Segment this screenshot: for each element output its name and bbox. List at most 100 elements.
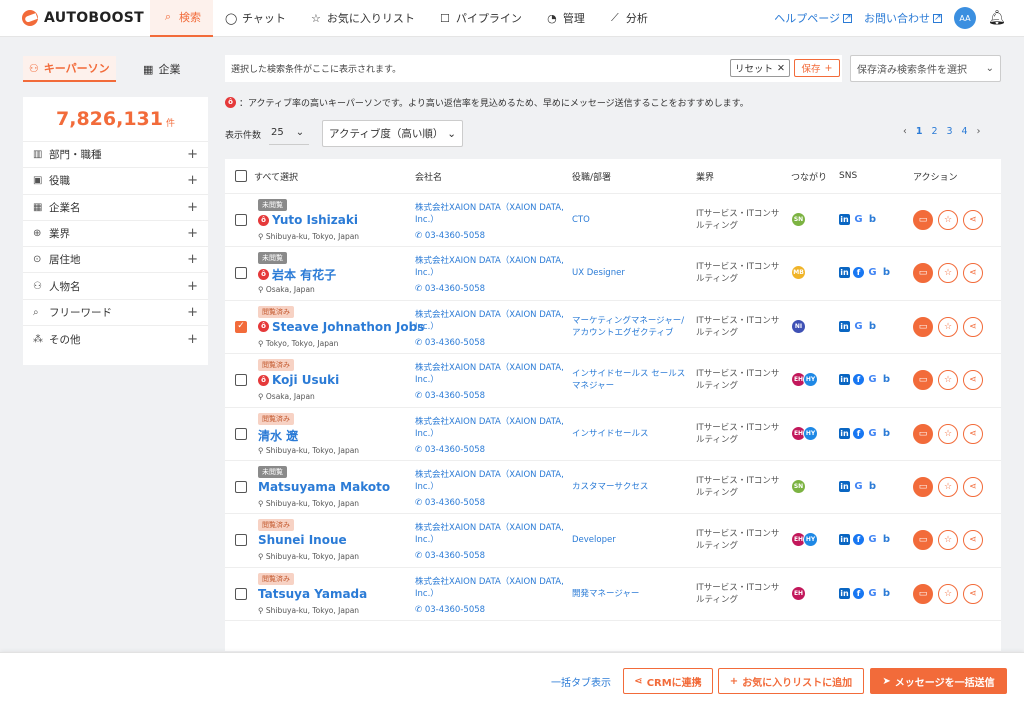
role-link[interactable]: UX Designer xyxy=(572,267,692,279)
sort-select[interactable]: アクティブ度（高い順） ⌄ xyxy=(322,120,463,147)
saved-search-select[interactable]: 保存済み検索条件を選択 ⌄ xyxy=(850,55,1001,82)
nav-search[interactable]: ⌕ 検索 xyxy=(150,0,213,37)
bing-icon[interactable]: b xyxy=(881,428,892,439)
bing-icon[interactable]: b xyxy=(867,214,878,225)
role-link[interactable]: インサイドセールス xyxy=(572,428,692,440)
role-link[interactable]: カスタマーサクセス xyxy=(572,481,692,493)
google-icon[interactable]: G xyxy=(853,321,864,332)
bing-icon[interactable]: b xyxy=(881,534,892,545)
google-icon[interactable]: G xyxy=(867,267,878,278)
linkedin-icon[interactable]: in xyxy=(839,214,850,225)
person-name-link[interactable]: ô Steave Johnathon Jobs xyxy=(258,320,424,334)
company-link[interactable]: 株式会社XAION DATA（XAION DATA, Inc.） xyxy=(415,416,565,440)
table-row[interactable]: 閲覧済み Shunei Inoue ⚲ Shibuya-ku, Tokyo, Jap… xyxy=(225,514,1001,568)
person-name-link[interactable]: Tatsuya Yamada xyxy=(258,587,367,601)
phone-link[interactable]: ✆ 03-4360-5058 xyxy=(415,284,485,294)
google-icon[interactable]: G xyxy=(853,214,864,225)
role-link[interactable]: CTO xyxy=(572,214,692,226)
person-name-link[interactable]: ô Koji Usuki xyxy=(258,373,339,387)
google-icon[interactable]: G xyxy=(867,374,878,385)
share-icon[interactable]: ⋖ xyxy=(963,263,983,284)
table-row[interactable]: 閲覧済み Tatsuya Yamada ⚲ Shibuya-ku, Tokyo, J… xyxy=(225,568,1001,622)
share-icon[interactable]: ⋖ xyxy=(963,477,983,497)
linkedin-icon[interactable]: in xyxy=(839,374,850,386)
bulk-send-button[interactable]: ➤ メッセージを一括送信 xyxy=(870,668,1007,694)
message-icon[interactable]: ▭ xyxy=(913,316,933,337)
star-icon[interactable]: ☆ xyxy=(938,477,958,497)
avatar[interactable]: AA xyxy=(954,7,976,29)
table-row[interactable]: 閲覧済み ô Koji Usuki ⚲ Osaka, Japan 株式会社XAION D… xyxy=(225,354,1001,408)
nav-favorites[interactable]: ☆ お気に入りリスト xyxy=(298,0,427,37)
table-row[interactable]: 未閲覧 ô 岩本 有花子 ⚲ Osaka, Japan 株式会社XAION DATA（X… xyxy=(225,247,1001,301)
filter-other[interactable]: ⁂ その他 + xyxy=(23,326,208,352)
company-link[interactable]: 株式会社XAION DATA（XAION DATA, Inc.） xyxy=(415,576,565,600)
contact-link[interactable]: お問い合わせ ↗ xyxy=(864,10,942,26)
connection-avatar[interactable]: HY xyxy=(803,372,818,388)
filter-industry[interactable]: ⊕ 業界 + xyxy=(23,221,208,248)
nav-analytics[interactable]: ⟋ 分析 xyxy=(597,0,660,37)
filter-freeword[interactable]: ⌕ フリーワード + xyxy=(23,300,208,327)
share-icon[interactable]: ⋖ xyxy=(963,210,983,230)
role-link[interactable]: Developer xyxy=(572,534,692,546)
linkedin-icon[interactable]: in xyxy=(839,534,850,546)
save-button[interactable]: 保存 + xyxy=(794,59,840,77)
row-checkbox[interactable] xyxy=(235,267,247,280)
star-icon[interactable]: ☆ xyxy=(938,423,958,444)
company-link[interactable]: 株式会社XAION DATA（XAION DATA, Inc.） xyxy=(415,202,565,226)
person-name-link[interactable]: Shunei Inoue xyxy=(258,533,347,547)
nav-pipeline[interactable]: ☐ パイプライン xyxy=(427,0,534,37)
row-checkbox[interactable]: ✓ xyxy=(235,320,247,333)
phone-link[interactable]: ✆ 03-4360-5058 xyxy=(415,338,485,348)
bing-icon[interactable]: b xyxy=(881,267,892,278)
facebook-icon[interactable]: f xyxy=(853,587,864,599)
per-page-select[interactable]: 25 ⌄ xyxy=(269,121,309,145)
facebook-icon[interactable]: f xyxy=(853,427,864,439)
bing-icon[interactable]: b xyxy=(867,321,878,332)
tab-keyperson[interactable]: ⚇ キーパーソン xyxy=(23,56,116,82)
bulk-tab-link[interactable]: 一括タブ表示 xyxy=(551,674,611,689)
bing-icon[interactable]: b xyxy=(867,481,878,492)
bing-icon[interactable]: b xyxy=(881,374,892,385)
phone-link[interactable]: ✆ 03-4360-5058 xyxy=(415,498,485,508)
google-icon[interactable]: G xyxy=(853,481,864,492)
share-icon[interactable]: ⋖ xyxy=(963,370,983,391)
star-icon[interactable]: ☆ xyxy=(938,210,958,230)
connection-avatar[interactable]: MB xyxy=(791,265,806,281)
facebook-icon[interactable]: f xyxy=(853,534,864,546)
phone-link[interactable]: ✆ 03-4360-5058 xyxy=(415,605,485,615)
filter-company[interactable]: ▦ 企業名 + xyxy=(23,195,208,221)
company-link[interactable]: 株式会社XAION DATA（XAION DATA, Inc.） xyxy=(415,309,565,333)
company-link[interactable]: 株式会社XAION DATA（XAION DATA, Inc.） xyxy=(415,255,565,279)
message-icon[interactable]: ▭ xyxy=(913,263,933,284)
table-row[interactable]: 未閲覧 Matsuyama Makoto ⚲ Shibuya-ku, Tokyo, … xyxy=(225,461,1001,515)
role-link[interactable]: インサイドセールス セールスマネジャー xyxy=(572,368,692,392)
message-icon[interactable]: ▭ xyxy=(913,583,933,604)
table-row[interactable]: 閲覧済み 清水 遼 ⚲ Shibuya-ku, Tokyo, Japan 株式会社XA… xyxy=(225,408,1001,461)
connection-avatar[interactable]: HY xyxy=(803,425,818,441)
facebook-icon[interactable]: f xyxy=(853,267,864,279)
message-icon[interactable]: ▭ xyxy=(913,210,933,230)
prev-page-icon[interactable]: ‹ xyxy=(903,126,907,137)
add-favorites-button[interactable]: + お気に入りリストに追加 xyxy=(718,668,864,694)
tab-company[interactable]: ▦ 企業 xyxy=(116,56,209,82)
row-checkbox[interactable] xyxy=(235,374,247,387)
star-icon[interactable]: ☆ xyxy=(938,583,958,604)
row-checkbox[interactable] xyxy=(235,214,247,226)
filter-title[interactable]: ▣ 役職 + xyxy=(23,168,208,195)
google-icon[interactable]: G xyxy=(867,534,878,545)
row-checkbox[interactable] xyxy=(235,481,247,493)
connection-avatar[interactable]: NI xyxy=(791,318,806,334)
role-link[interactable]: マーケティングマネージャー/アカウントエグゼクティブ xyxy=(572,315,692,339)
linkedin-icon[interactable]: in xyxy=(839,481,850,492)
filter-person-name[interactable]: ⚇ 人物名 + xyxy=(23,273,208,300)
crm-button[interactable]: ⋖ CRMに連携 xyxy=(623,668,713,694)
role-link[interactable]: 開発マネージャー xyxy=(572,588,692,600)
star-icon[interactable]: ☆ xyxy=(938,263,958,284)
table-row[interactable]: 未閲覧 ô Yuto Ishizaki ⚲ Shibuya-ku, Tokyo, Ja… xyxy=(225,194,1001,248)
page-link[interactable]: 3 xyxy=(946,126,952,137)
star-icon[interactable]: ☆ xyxy=(938,530,958,551)
help-link[interactable]: ヘルプページ ↗ xyxy=(774,10,852,26)
connection-avatar[interactable]: SN xyxy=(791,212,806,227)
table-row[interactable]: ✓ 閲覧済み ô Steave Johnathon Jobs ⚲ Tokyo, Toky… xyxy=(225,301,1001,355)
company-link[interactable]: 株式会社XAION DATA（XAION DATA, Inc.） xyxy=(415,522,565,546)
